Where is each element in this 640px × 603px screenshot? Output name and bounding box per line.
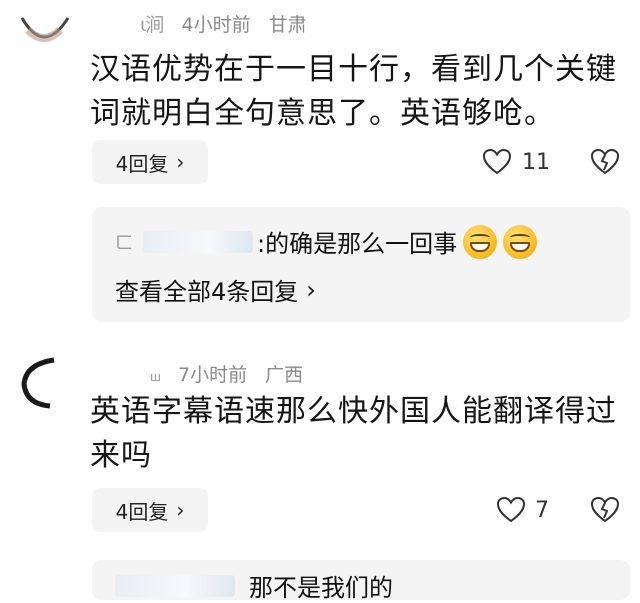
comment-text-line: 汉语优势在于一目十行，看到几个关键 bbox=[90, 52, 617, 87]
comment-text: 英语字幕语速那么快外国人能翻译得过 来吗 bbox=[90, 390, 617, 478]
location: 甘肃 bbox=[268, 14, 307, 36]
comment-text-line: 英语字幕语速那么快外国人能翻译得过 bbox=[90, 394, 617, 429]
avatar[interactable] bbox=[14, 354, 70, 410]
view-all-label: 查看全部4条回复 bbox=[115, 278, 299, 306]
username[interactable]: ш bbox=[150, 370, 161, 384]
replies-button[interactable]: 4回复 › bbox=[92, 140, 208, 184]
broken-heart-icon[interactable] bbox=[590, 148, 620, 176]
comment-text-line: 词就明白全句意思了。英语够呛。 bbox=[90, 96, 555, 131]
like-count: 7 bbox=[535, 498, 549, 523]
avatar[interactable] bbox=[18, 0, 70, 52]
broken-heart-icon[interactable] bbox=[590, 496, 620, 524]
comment-text: 汉语优势在于一目十行，看到几个关键 词就明白全句意思了。英语够呛。 bbox=[90, 48, 617, 136]
comment-meta: ι涧 4小时前 甘肃 bbox=[140, 10, 319, 37]
comment-text-line: 来吗 bbox=[90, 438, 152, 473]
chevron-right-icon: › bbox=[176, 498, 185, 522]
username[interactable]: ι涧 bbox=[140, 14, 164, 36]
reply-text: 那不是我们的 bbox=[249, 574, 393, 602]
replies-label: 4回复 bbox=[115, 151, 169, 176]
reply-preview[interactable]: 那不是我们的 bbox=[115, 568, 393, 603]
avatar-image bbox=[21, 357, 55, 409]
reply-username-prefix: ㄈ bbox=[115, 232, 133, 254]
like-count: 11 bbox=[522, 150, 550, 175]
heart-outline-icon[interactable] bbox=[482, 148, 512, 176]
grin-emoji-icon bbox=[463, 224, 498, 259]
reply-username-blurred bbox=[115, 574, 235, 597]
view-all-replies-link[interactable]: 查看全部4条回复 › bbox=[115, 272, 316, 307]
reply-username-blurred bbox=[143, 230, 253, 253]
reply-preview[interactable]: ㄈ :的确是那么一回事 bbox=[115, 224, 538, 259]
chevron-right-icon: › bbox=[306, 275, 316, 304]
location: 广西 bbox=[265, 364, 304, 386]
comment-meta: ш 7小时前 广西 bbox=[150, 360, 315, 387]
timestamp: 7小时前 bbox=[178, 364, 248, 386]
grin-emoji-icon bbox=[503, 224, 538, 259]
timestamp: 4小时前 bbox=[181, 14, 251, 36]
replies-label: 4回复 bbox=[115, 499, 169, 524]
heart-outline-icon[interactable] bbox=[496, 496, 526, 524]
reply-text: :的确是那么一回事 bbox=[257, 230, 458, 258]
chevron-right-icon: › bbox=[176, 150, 185, 174]
replies-button[interactable]: 4回复 › bbox=[92, 488, 208, 532]
avatar-image bbox=[20, 17, 70, 42]
